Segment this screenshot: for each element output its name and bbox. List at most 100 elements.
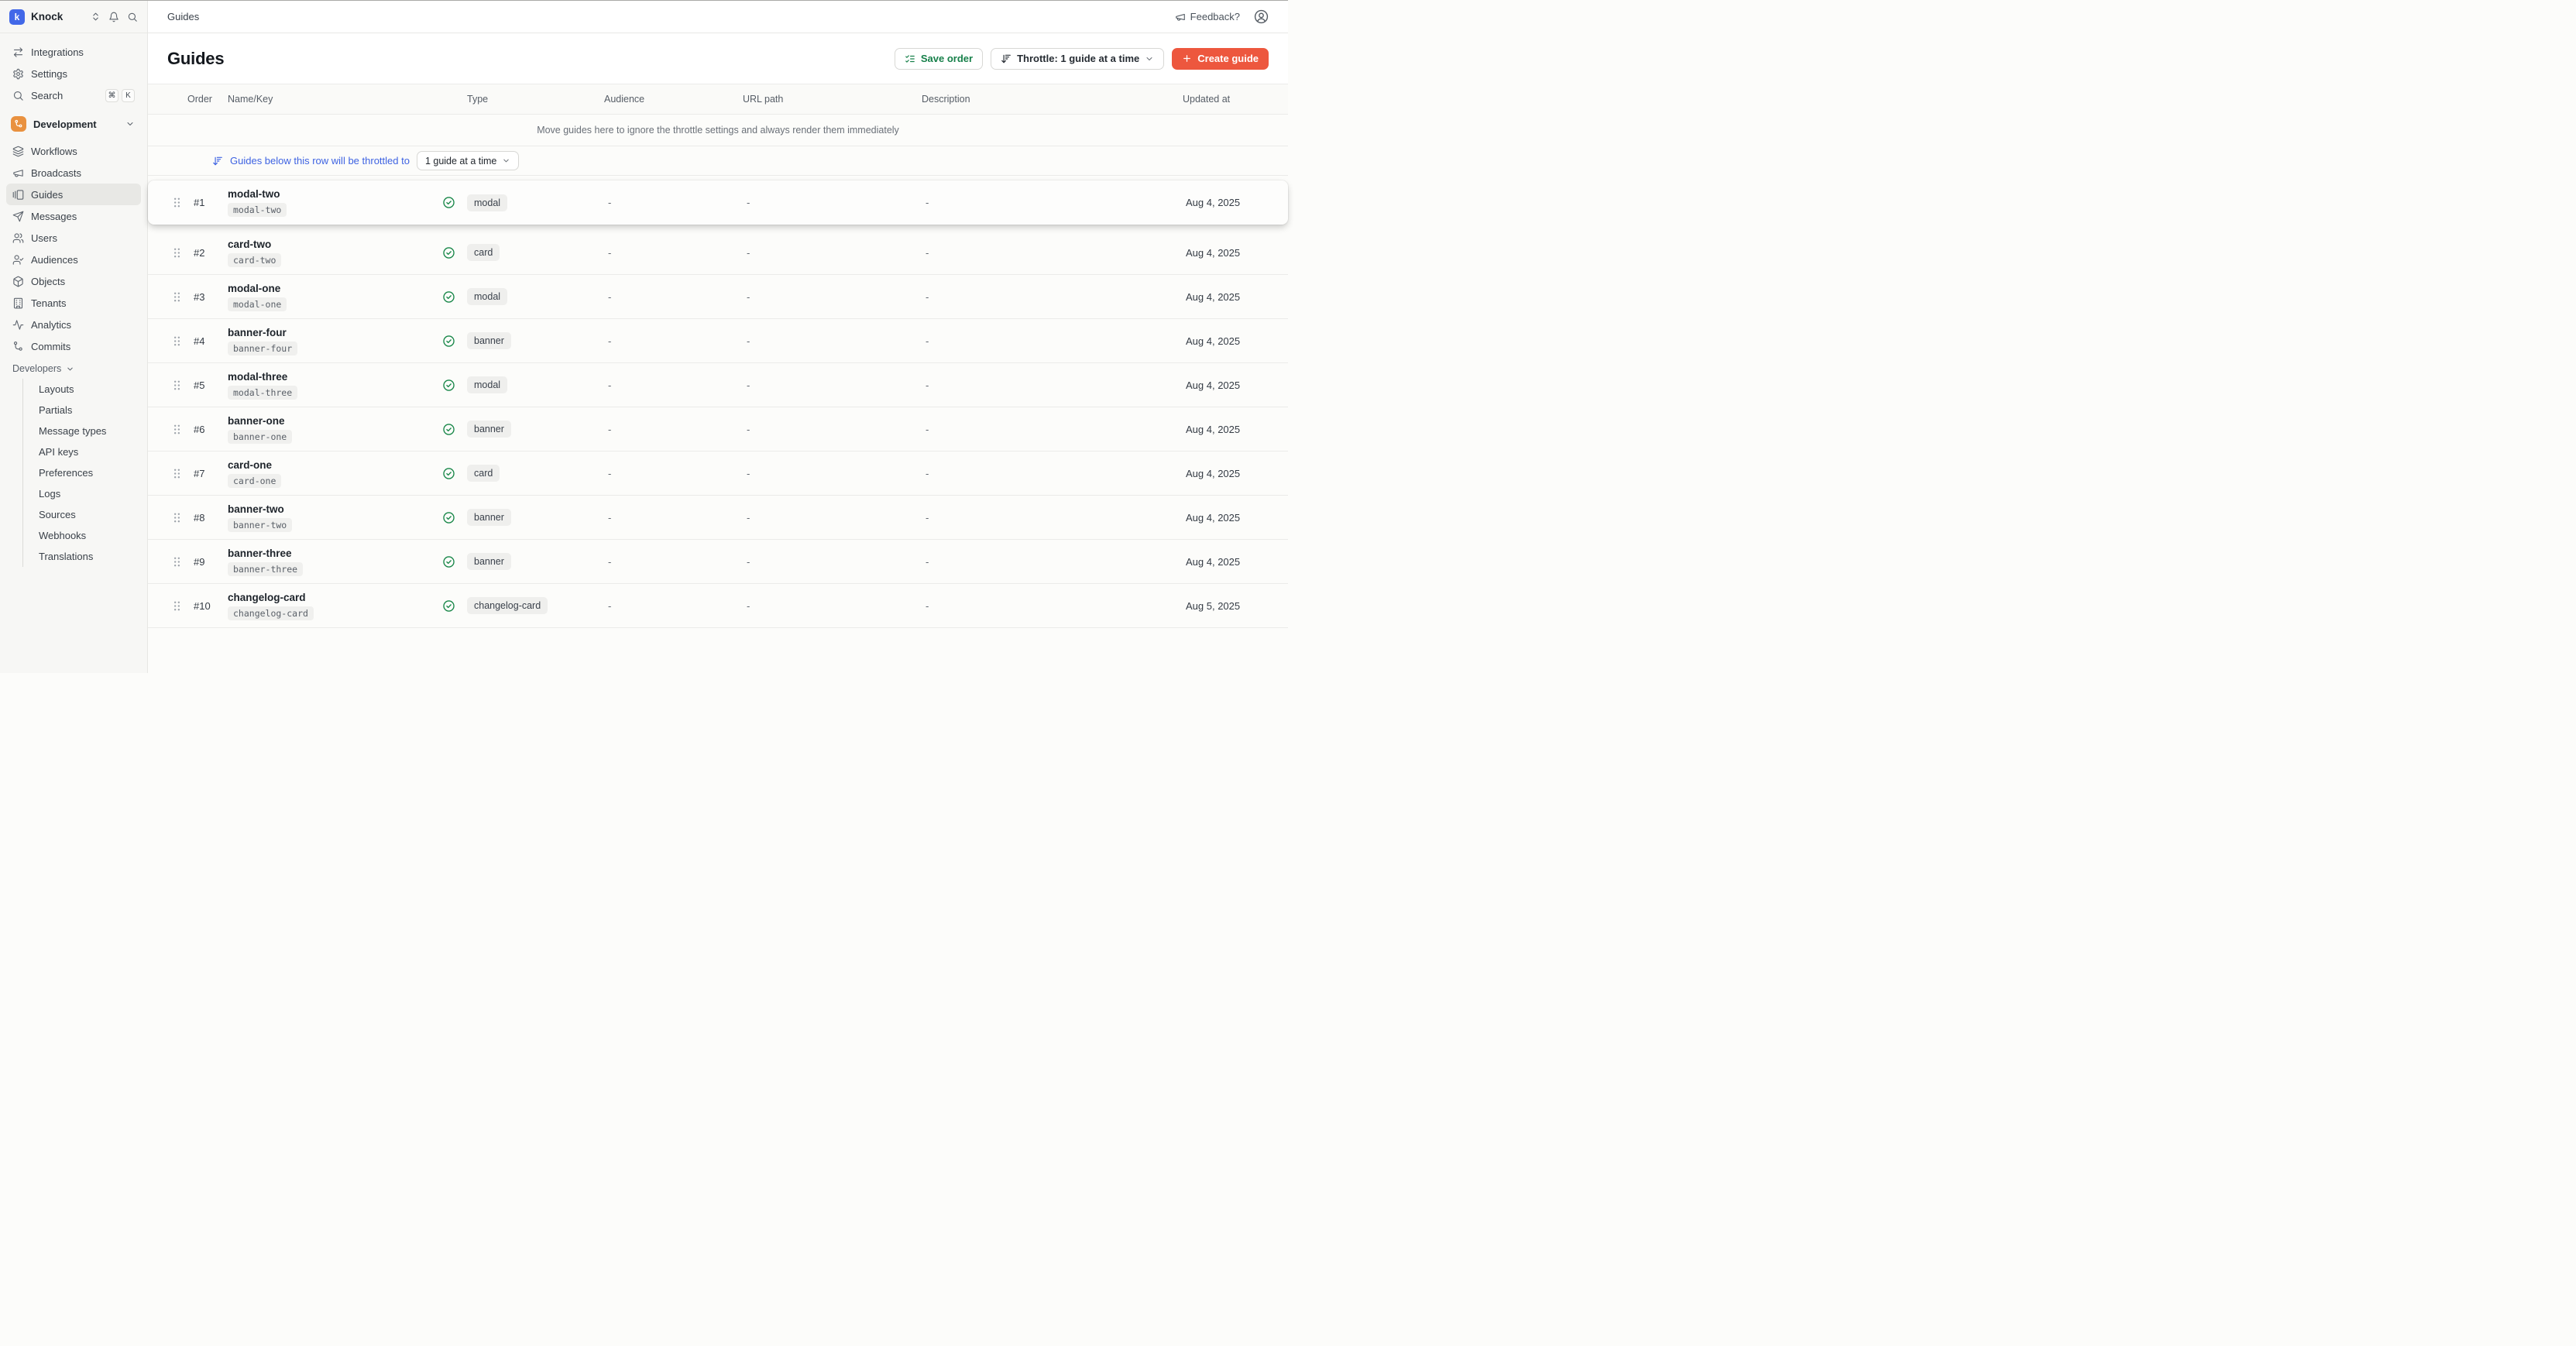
throttle-value-dropdown[interactable]: 1 guide at a time [417, 151, 519, 170]
drag-handle[interactable] [167, 468, 187, 479]
guide-key-badge: modal-two [228, 203, 287, 217]
sidebar-item-partials[interactable]: Partials [23, 400, 141, 421]
guide-type-badge: modal [467, 194, 507, 211]
sidebar-item-layouts[interactable]: Layouts [23, 379, 141, 400]
sidebar-item-translations[interactable]: Translations [23, 546, 141, 567]
drag-handle-dots-icon [173, 247, 181, 259]
commits-branch-icon [12, 341, 24, 352]
guide-row[interactable]: #4 banner-four banner-four banner - - - … [148, 319, 1288, 363]
guide-updated-at: Aug 4, 2025 [1182, 335, 1269, 347]
app-window: k Knock Integrations Settings Search [0, 1, 1288, 673]
guide-name-key: banner-four banner-four [218, 327, 441, 355]
guide-name-key: banner-two banner-two [218, 503, 441, 532]
drag-handle[interactable] [167, 424, 187, 435]
drag-handle-dots-icon [173, 600, 181, 612]
guide-name[interactable]: banner-four [228, 327, 287, 338]
sidebar-item-preferences[interactable]: Preferences [23, 462, 141, 483]
knock-logo[interactable]: k [9, 9, 25, 25]
sidebar-item-sources[interactable]: Sources [23, 504, 141, 525]
guide-name[interactable]: banner-two [228, 503, 284, 515]
guide-updated-at: Aug 4, 2025 [1182, 512, 1269, 524]
throttle-ignore-dropzone[interactable]: Move guides here to ignore the throttle … [148, 115, 1288, 146]
guide-audience: - [603, 291, 742, 303]
guide-row[interactable]: #2 card-two card-two card - - - Aug 4, 2… [148, 231, 1288, 275]
guide-audience: - [603, 468, 742, 479]
sidebar-item-message-types[interactable]: Message types [23, 421, 141, 441]
guide-name[interactable]: card-one [228, 459, 272, 471]
guide-row[interactable]: #7 card-one card-one card - - - Aug 4, 2… [148, 452, 1288, 496]
guide-status [441, 599, 462, 613]
sidebar-item-logs[interactable]: Logs [23, 483, 141, 504]
guide-name[interactable]: changelog-card [228, 592, 306, 603]
guides-table-body: #1 modal-two modal-two modal - - - Aug 4… [148, 176, 1288, 673]
guide-description: - [921, 512, 1182, 524]
sidebar-item-users[interactable]: Users [6, 227, 141, 249]
notifications-bell-icon[interactable] [108, 12, 119, 22]
guide-description: - [921, 197, 1182, 208]
guide-row[interactable]: #1 modal-two modal-two modal - - - Aug 4… [148, 180, 1288, 225]
sidebar-item-integrations[interactable]: Integrations [6, 41, 141, 63]
sidebar-item-label: Objects [31, 276, 65, 287]
feedback-label: Feedback? [1190, 11, 1240, 22]
guide-key-badge: changelog-card [228, 606, 314, 620]
drag-handle[interactable] [167, 291, 187, 303]
column-header-name-key: Name/Key [218, 94, 441, 105]
guide-row[interactable]: #5 modal-three modal-three modal - - - A… [148, 363, 1288, 407]
sidebar-item-settings[interactable]: Settings [6, 63, 141, 84]
sidebar-item-objects[interactable]: Objects [6, 270, 141, 292]
sidebar-item-workflows[interactable]: Workflows [6, 140, 141, 162]
sidebar-item-label: API keys [39, 446, 78, 458]
sidebar-item-guides[interactable]: Guides [6, 184, 141, 205]
guide-name[interactable]: modal-one [228, 283, 280, 294]
sidebar-item-label: Translations [39, 551, 93, 562]
sidebar-item-search[interactable]: Search ⌘ K [6, 84, 141, 106]
guide-row[interactable]: #9 banner-three banner-three banner - - … [148, 540, 1288, 584]
guide-type-badge: banner [467, 509, 511, 526]
drag-handle[interactable] [167, 556, 187, 568]
k-key: K [122, 89, 135, 102]
throttle-divider-label[interactable]: Guides below this row will be throttled … [230, 155, 410, 167]
sidebar-item-api-keys[interactable]: API keys [23, 441, 141, 462]
workspace-switcher-icon[interactable] [91, 12, 101, 22]
guide-type: modal [462, 288, 603, 305]
sidebar-item-tenants[interactable]: Tenants [6, 292, 141, 314]
drag-handle[interactable] [167, 600, 187, 612]
brand-name: Knock [31, 11, 63, 22]
guide-name[interactable]: banner-three [228, 548, 292, 559]
guide-row[interactable]: #3 modal-one modal-one modal - - - Aug 4… [148, 275, 1288, 319]
throttle-dropdown-button[interactable]: Throttle: 1 guide at a time [991, 48, 1164, 70]
drag-handle[interactable] [167, 379, 187, 391]
save-order-button[interactable]: Save order [895, 48, 983, 70]
sidebar-item-commits[interactable]: Commits [6, 335, 141, 357]
column-header-description: Description [921, 94, 1182, 105]
sidebar-item-webhooks[interactable]: Webhooks [23, 525, 141, 546]
guide-row[interactable]: #8 banner-two banner-two banner - - - Au… [148, 496, 1288, 540]
quick-search-icon[interactable] [127, 12, 138, 22]
guide-audience: - [603, 335, 742, 347]
feedback-button[interactable]: Feedback? [1175, 11, 1240, 22]
guide-status [441, 246, 462, 259]
environment-switcher[interactable]: Development [6, 112, 141, 136]
create-guide-button[interactable]: Create guide [1172, 48, 1269, 70]
drag-handle-dots-icon [173, 335, 181, 347]
drag-handle[interactable] [167, 335, 187, 347]
guide-updated-at: Aug 5, 2025 [1182, 600, 1269, 612]
sidebar-item-analytics[interactable]: Analytics [6, 314, 141, 335]
guide-status [441, 467, 462, 480]
user-avatar[interactable] [1254, 9, 1269, 24]
sidebar-item-audiences[interactable]: Audiences [6, 249, 141, 270]
drag-handle[interactable] [167, 247, 187, 259]
sidebar-item-messages[interactable]: Messages [6, 205, 141, 227]
guide-row[interactable]: #6 banner-one banner-one banner - - - Au… [148, 407, 1288, 452]
sidebar-item-broadcasts[interactable]: Broadcasts [6, 162, 141, 184]
guide-name[interactable]: banner-one [228, 415, 285, 427]
drag-handle-dots-icon [173, 512, 181, 524]
guide-row[interactable]: #10 changelog-card changelog-card change… [148, 584, 1288, 628]
drag-handle[interactable] [167, 197, 187, 208]
guide-name[interactable]: modal-three [228, 371, 287, 383]
developers-section-toggle[interactable]: Developers [6, 359, 141, 379]
guide-name[interactable]: modal-two [228, 188, 280, 200]
plus-icon [1182, 53, 1192, 64]
drag-handle[interactable] [167, 512, 187, 524]
guide-name[interactable]: card-two [228, 239, 271, 250]
